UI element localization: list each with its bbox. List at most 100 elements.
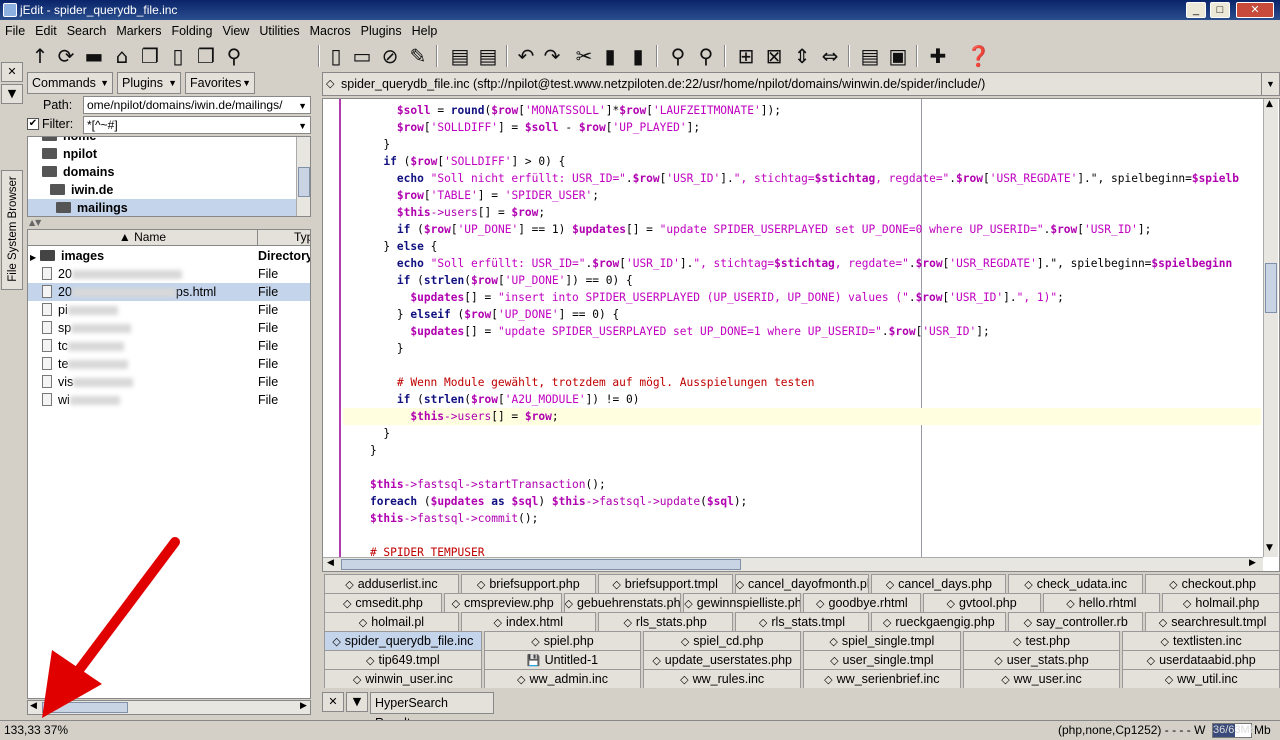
scroll-left-icon[interactable]: ◀ xyxy=(327,558,334,568)
plugins-button[interactable]: Plugins ▼ xyxy=(117,72,181,94)
chevron-down-icon[interactable]: ▼ xyxy=(298,98,307,113)
menu-folding[interactable]: Folding xyxy=(166,20,217,40)
filter-checkbox[interactable]: ✔ xyxy=(27,118,39,130)
tab-holmail-php[interactable]: ◇ holmail.php xyxy=(1162,593,1280,612)
tab-hello-rhtml[interactable]: ◇ hello.rhtml xyxy=(1042,593,1161,612)
close-dock-icon[interactable]: ✕ xyxy=(1,62,23,82)
tree-scroll-thumb[interactable] xyxy=(298,167,310,197)
scroll-right-icon[interactable]: ▶ xyxy=(300,701,307,711)
editor-scroll-thumb[interactable] xyxy=(1265,263,1277,313)
save-icon[interactable]: ✎ xyxy=(406,44,430,68)
tab-untitled-1[interactable]: 💾 Untitled-1 xyxy=(483,650,642,669)
list-item[interactable]: ▶ images Directory xyxy=(28,247,310,265)
menu-macros[interactable]: Macros xyxy=(305,20,356,40)
parent-directory-icon[interactable]: ↑ xyxy=(28,44,52,68)
tree-item-mailings[interactable]: mailings xyxy=(28,199,296,216)
plugin-manager-icon[interactable]: ✚ xyxy=(926,44,950,68)
tab-gebuehrenstats-php[interactable]: ◇ gebuehrenstats.php xyxy=(563,593,682,612)
list-item[interactable]: wi File xyxy=(28,391,310,409)
list-item[interactable]: 20 File xyxy=(28,265,310,283)
open-file-icon[interactable]: ▭ xyxy=(350,44,374,68)
tree-item-domains[interactable]: domains xyxy=(42,163,114,181)
menu-search[interactable]: Search xyxy=(62,20,112,40)
tab-user-stats-php[interactable]: ◇ user_stats.php xyxy=(962,650,1121,669)
tab-searchresult-tmpl[interactable]: ◇ searchresult.tmpl xyxy=(1145,612,1280,631)
tab-textlisten-inc[interactable]: ◇ textlisten.inc xyxy=(1122,631,1280,650)
new-file-icon[interactable]: ▯ xyxy=(166,44,190,68)
buffer-mode[interactable]: (php,none,Cp1252) - - - - W xyxy=(1058,721,1205,740)
tab-spiel-cd-php[interactable]: ◇ spiel_cd.php xyxy=(643,631,801,650)
splitter-handle[interactable]: ▲▼ xyxy=(29,218,41,227)
menu-help[interactable]: Help xyxy=(407,20,443,40)
redo-icon[interactable]: ↷ xyxy=(540,44,564,68)
hypersearch-results-tab[interactable]: HyperSearch Results xyxy=(370,692,494,730)
find-icon[interactable]: ⚲ xyxy=(666,44,690,68)
column-header-type[interactable]: Typ xyxy=(258,230,310,246)
scroll-up-icon[interactable]: ▲ xyxy=(1266,99,1273,109)
tab-winwin-user-inc[interactable]: ◇ winwin_user.inc xyxy=(324,669,482,688)
hscroll-thumb[interactable] xyxy=(341,559,741,570)
tree-scrollbar[interactable] xyxy=(296,137,310,216)
close-buffer-icon[interactable]: ⊘ xyxy=(378,44,402,68)
tab-ww-rules-inc[interactable]: ◇ ww_rules.inc xyxy=(643,669,801,688)
chevron-down-icon[interactable]: ▼ xyxy=(1261,73,1279,95)
tab-briefsupport-tmpl[interactable]: ◇ briefsupport.tmpl xyxy=(597,574,733,593)
hscroll-thumb[interactable] xyxy=(42,702,128,713)
tab-spider-querydb-file-inc[interactable]: ◇ spider_querydb_file.inc xyxy=(324,631,482,650)
new-directory-icon[interactable]: ❐ xyxy=(138,44,162,68)
tab-gvtool-php[interactable]: ◇ gvtool.php xyxy=(922,593,1041,612)
new-folder-icon[interactable]: ❐ xyxy=(194,44,218,68)
file-system-browser-tab[interactable]: File System Browser xyxy=(1,170,23,290)
chevron-down-icon[interactable]: ▼ xyxy=(298,118,307,133)
minimize-button[interactable]: _ xyxy=(1186,2,1206,18)
tab-rls-stats-php[interactable]: ◇ rls_stats.php xyxy=(597,612,733,631)
close-window-button[interactable]: ✕ xyxy=(1236,2,1274,18)
menu-plugins[interactable]: Plugins xyxy=(356,20,407,40)
search-in-directory-icon[interactable]: ⚲ xyxy=(222,44,246,68)
tab-check-udata-inc[interactable]: ◇ check_udata.inc xyxy=(1008,574,1144,593)
tab-userdataabid-php[interactable]: ◇ userdataabid.php xyxy=(1122,650,1280,669)
menu-markers[interactable]: Markers xyxy=(111,20,166,40)
tab-ww-admin-inc[interactable]: ◇ ww_admin.inc xyxy=(483,669,642,688)
tab-ww-util-inc[interactable]: ◇ ww_util.inc xyxy=(1122,669,1280,688)
print-icon[interactable]: ▤ xyxy=(448,44,472,68)
list-item[interactable]: te File xyxy=(28,355,310,373)
tree-item-iwin[interactable]: iwin.de xyxy=(50,181,113,199)
path-field[interactable]: ome/npilot/domains/iwin.de/mailings/ ▼ xyxy=(83,96,311,114)
tab-cmspreview-php[interactable]: ◇ cmspreview.php xyxy=(443,593,562,612)
help-icon[interactable]: ❓ xyxy=(966,44,991,68)
column-header-name[interactable]: ▲ Name xyxy=(28,230,258,246)
tab-checkout-php[interactable]: ◇ checkout.php xyxy=(1145,574,1280,593)
text-area[interactable]: $soll = round($row['MONATSSOLL']*$row['L… xyxy=(343,99,1261,557)
list-item[interactable]: pi File xyxy=(28,301,310,319)
tab-test-php[interactable]: ◇ test.php xyxy=(962,631,1121,650)
tab-user-single-tmpl[interactable]: ◇ user_single.tmpl xyxy=(803,650,961,669)
scroll-down-icon[interactable]: ▼ xyxy=(1266,543,1273,553)
new-view-icon[interactable]: ⊞ xyxy=(734,44,758,68)
find-next-icon[interactable]: ⚲ xyxy=(694,44,718,68)
tab-cancel-dayofmonth-php[interactable]: ◇ cancel_dayofmonth.php xyxy=(734,574,870,593)
dock-menu-icon[interactable]: ▼ xyxy=(1,84,23,104)
menu-view[interactable]: View xyxy=(217,20,254,40)
filter-field[interactable]: *[^~#] ▼ xyxy=(83,116,311,134)
maximize-button[interactable]: □ xyxy=(1210,2,1230,18)
list-item[interactable]: sp File xyxy=(28,319,310,337)
cut-icon[interactable]: ✂ xyxy=(572,44,596,68)
roots-icon[interactable]: ▬ xyxy=(82,44,106,68)
editor-gutter[interactable] xyxy=(323,99,341,557)
scroll-right-icon[interactable]: ▶ xyxy=(1249,558,1256,568)
tab-spiel-php[interactable]: ◇ spiel.php xyxy=(483,631,642,650)
global-options-icon[interactable]: ▣ xyxy=(886,44,910,68)
tab-cmsedit-php[interactable]: ◇ cmsedit.php xyxy=(324,593,442,612)
text-editor[interactable]: $soll = round($row['MONATSSOLL']*$row['L… xyxy=(322,98,1280,572)
buffer-options-icon[interactable]: ▤ xyxy=(858,44,882,68)
tab-adduserlist-inc[interactable]: ◇ adduserlist.inc xyxy=(324,574,459,593)
menu-edit[interactable]: Edit xyxy=(30,20,62,40)
file-list-hscrollbar[interactable]: ◀ ▶ xyxy=(27,700,311,715)
undo-icon[interactable]: ↶ xyxy=(514,44,538,68)
tab-tip649-tmpl[interactable]: ◇ tip649.tmpl xyxy=(324,650,482,669)
tree-item-npilot[interactable]: npilot xyxy=(42,145,97,163)
copy-icon[interactable]: ▮ xyxy=(598,44,622,68)
menu-utilities[interactable]: Utilities xyxy=(254,20,304,40)
paste-icon[interactable]: ▮ xyxy=(626,44,650,68)
